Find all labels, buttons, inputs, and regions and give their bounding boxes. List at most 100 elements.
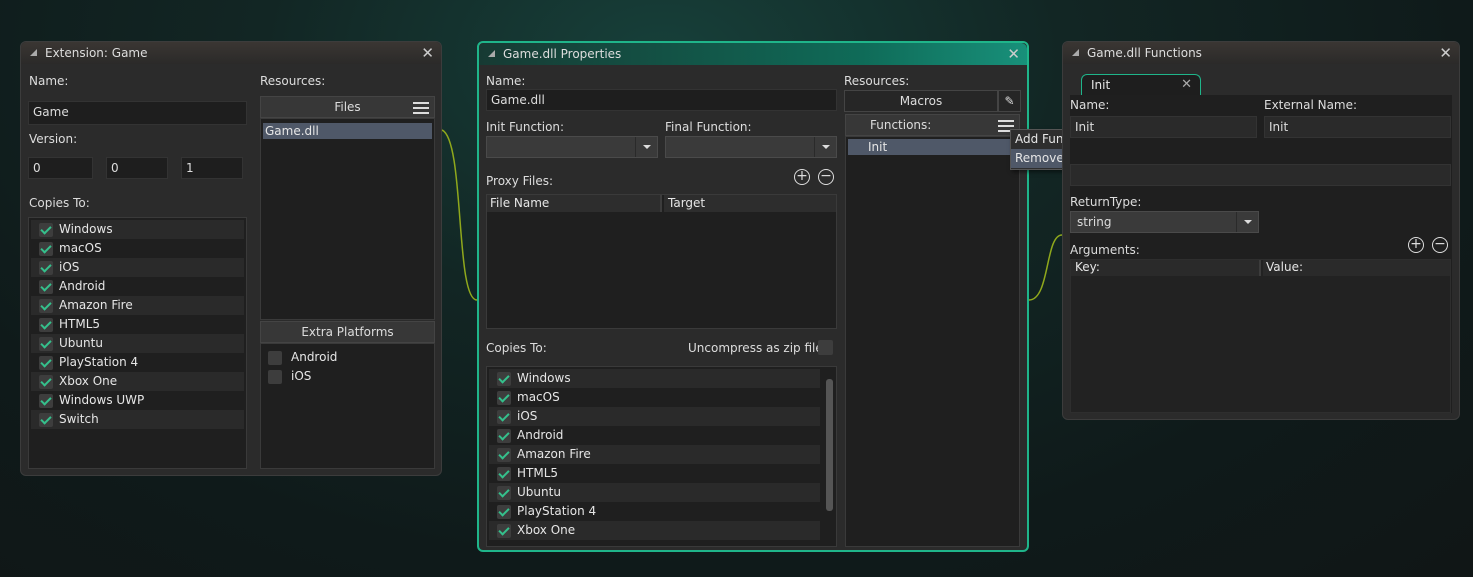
- menu-icon[interactable]: [413, 102, 429, 114]
- platform-label: PlayStation 4: [59, 355, 139, 369]
- column-header-key[interactable]: Key:: [1071, 260, 1261, 276]
- macros-button[interactable]: Macros: [844, 90, 998, 112]
- platform-item[interactable]: Xbox One: [31, 372, 244, 391]
- column-header-file-name[interactable]: File Name: [487, 195, 662, 212]
- name-input[interactable]: Init: [1070, 116, 1257, 138]
- edit-pencil-icon[interactable]: ✎: [998, 90, 1021, 112]
- extra-platform-item[interactable]: Android: [263, 348, 432, 367]
- checkbox[interactable]: [39, 261, 53, 275]
- checkbox[interactable]: [497, 410, 511, 424]
- platform-item[interactable]: iOS: [31, 258, 244, 277]
- tab-init[interactable]: Init ✕: [1081, 74, 1201, 96]
- final-function-label: Final Function:: [665, 120, 752, 134]
- checkbox[interactable]: [497, 505, 511, 519]
- scrollbar-thumb[interactable]: [826, 379, 833, 511]
- platform-item[interactable]: macOS: [489, 388, 820, 407]
- platform-item[interactable]: PlayStation 4: [31, 353, 244, 372]
- column-header-target[interactable]: Target: [664, 195, 836, 212]
- functions-list: Init: [845, 136, 1020, 547]
- version-patch-input[interactable]: 1: [181, 157, 243, 179]
- checkbox[interactable]: [39, 337, 53, 351]
- checkbox[interactable]: [39, 356, 53, 370]
- checkbox[interactable]: [497, 372, 511, 386]
- platform-item[interactable]: Ubuntu: [31, 334, 244, 353]
- extra-platform-item[interactable]: iOS: [263, 367, 432, 386]
- title-bar[interactable]: Game.dll Properties ✕: [479, 43, 1027, 65]
- close-icon[interactable]: ✕: [1439, 44, 1452, 62]
- platform-item[interactable]: iOS: [489, 407, 820, 426]
- close-tab-icon[interactable]: ✕: [1181, 77, 1192, 92]
- checkbox[interactable]: [39, 242, 53, 256]
- add-argument-icon[interactable]: +: [1408, 237, 1424, 253]
- version-major-input[interactable]: 0: [28, 157, 93, 179]
- platform-item[interactable]: Switch: [31, 410, 244, 429]
- checkbox[interactable]: [497, 448, 511, 462]
- checkbox[interactable]: [39, 318, 53, 332]
- platform-item[interactable]: PlayStation 4: [489, 502, 820, 521]
- close-icon[interactable]: ✕: [1007, 45, 1020, 63]
- checkbox[interactable]: [39, 280, 53, 294]
- collapse-icon[interactable]: [30, 49, 37, 56]
- platform-item[interactable]: Windows: [31, 220, 244, 239]
- platform-label: Android: [291, 350, 338, 364]
- platform-item[interactable]: HTML5: [31, 315, 244, 334]
- platform-label: Windows: [517, 371, 571, 385]
- checkbox[interactable]: [39, 375, 53, 389]
- platform-item[interactable]: Amazon Fire: [489, 445, 820, 464]
- checkbox[interactable]: [497, 429, 511, 443]
- platform-label: iOS: [291, 369, 312, 383]
- chevron-down-icon[interactable]: [635, 137, 657, 157]
- platform-item[interactable]: HTML5: [489, 464, 820, 483]
- files-header-label: Files: [334, 100, 361, 114]
- remove-argument-icon[interactable]: −: [1432, 237, 1448, 253]
- column-header-value[interactable]: Value:: [1263, 260, 1450, 276]
- checkbox[interactable]: [39, 413, 53, 427]
- return-type-dropdown[interactable]: string: [1070, 211, 1259, 233]
- title-bar[interactable]: Game.dll Functions ✕: [1063, 42, 1459, 64]
- platform-item[interactable]: Windows UWP: [31, 391, 244, 410]
- checkbox[interactable]: [39, 394, 53, 408]
- checkbox[interactable]: [39, 223, 53, 237]
- scrollbar[interactable]: [825, 369, 834, 544]
- collapse-icon[interactable]: [488, 50, 495, 57]
- close-icon[interactable]: ✕: [421, 44, 434, 62]
- chevron-down-icon[interactable]: [1236, 212, 1258, 232]
- checkbox[interactable]: [497, 467, 511, 481]
- name-input[interactable]: Game: [28, 101, 247, 125]
- platform-item[interactable]: Amazon Fire: [31, 296, 244, 315]
- init-function-dropdown[interactable]: [486, 136, 658, 158]
- checkbox[interactable]: [497, 391, 511, 405]
- functions-header: Functions:: [845, 114, 1020, 136]
- platform-label: HTML5: [59, 317, 101, 331]
- add-icon[interactable]: +: [794, 169, 810, 185]
- title-bar[interactable]: Extension: Game ✕: [21, 42, 441, 64]
- checkbox[interactable]: [268, 351, 282, 365]
- final-function-dropdown[interactable]: [665, 136, 837, 158]
- checkbox[interactable]: [497, 486, 511, 500]
- checkbox[interactable]: [268, 370, 282, 384]
- platform-item[interactable]: Windows: [489, 369, 820, 388]
- name-input[interactable]: Game.dll: [486, 89, 837, 111]
- external-name-input[interactable]: Init: [1264, 116, 1451, 138]
- platform-item[interactable]: Ubuntu: [489, 483, 820, 502]
- extension-panel: Extension: Game ✕ Name: Game Version: 0 0…: [20, 41, 442, 476]
- platform-label: HTML5: [517, 466, 559, 480]
- uncompress-checkbox[interactable]: [818, 340, 833, 355]
- collapse-icon[interactable]: [1072, 49, 1079, 56]
- tab-content: Name: External Name: Init Init ReturnTyp…: [1070, 95, 1452, 413]
- platform-item[interactable]: Xbox One: [489, 521, 820, 540]
- remove-icon[interactable]: −: [818, 169, 834, 185]
- file-item[interactable]: Game.dll: [263, 123, 432, 139]
- platform-item[interactable]: Android: [489, 426, 820, 445]
- checkbox[interactable]: [497, 524, 511, 538]
- platform-item[interactable]: macOS: [31, 239, 244, 258]
- copies-list: Windows macOS iOS Android Amazon Fire HTML5 Ub…: [28, 217, 247, 469]
- description-input[interactable]: [1070, 164, 1451, 186]
- chevron-down-icon[interactable]: [814, 137, 836, 157]
- function-item[interactable]: Init: [848, 139, 1017, 155]
- version-minor-input[interactable]: 0: [106, 157, 168, 179]
- platform-label: Ubuntu: [59, 336, 103, 350]
- platform-item[interactable]: Android: [31, 277, 244, 296]
- checkbox[interactable]: [39, 299, 53, 313]
- panel-title: Game.dll Functions: [1087, 46, 1202, 60]
